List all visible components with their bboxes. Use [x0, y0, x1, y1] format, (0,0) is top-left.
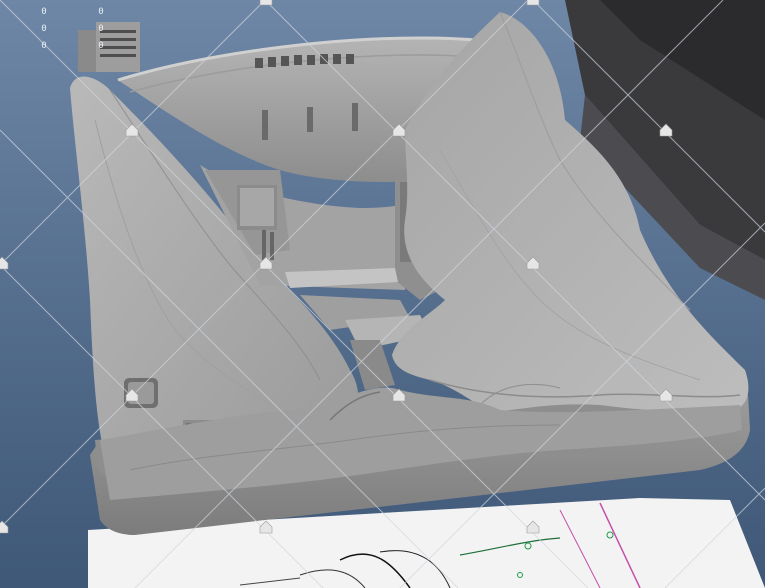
- hud-column-1: 0 0 0: [38, 7, 50, 52]
- hud-value: 0: [41, 24, 47, 34]
- hud-value: 0: [98, 7, 104, 17]
- hud-value: 0: [98, 41, 104, 51]
- house-pivot-icon[interactable]: [526, 0, 540, 6]
- hud-value: 0: [41, 7, 47, 17]
- hud-value: 0: [41, 41, 47, 51]
- hud-column-2: 0 0 0: [95, 7, 107, 52]
- house-pivot-icon[interactable]: [0, 520, 9, 534]
- hud-value: 0: [98, 24, 104, 34]
- house-pivot-icon[interactable]: [259, 0, 273, 6]
- 3d-viewport[interactable]: 0 0 0 0 0 0: [0, 0, 765, 588]
- viewport-scene: [0, 0, 765, 588]
